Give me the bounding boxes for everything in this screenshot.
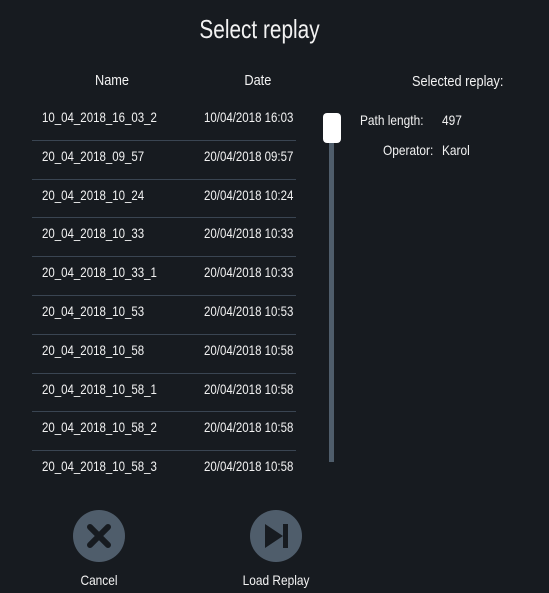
replay-row[interactable]: 20_04_2018_10_24 20/04/2018 10:24 — [32, 180, 296, 219]
replay-name: 20_04_2018_10_58_2 — [42, 419, 157, 436]
skip-forward-icon — [265, 524, 288, 548]
path-length-label: Path length: — [360, 112, 424, 128]
selected-replay-heading: Selected replay: — [412, 73, 504, 90]
replay-row[interactable]: 10_04_2018_16_03_2 10/04/2018 16:03 — [32, 102, 296, 141]
replay-row[interactable]: 20_04_2018_10_33 20/04/2018 10:33 — [32, 218, 296, 258]
operator-label: Operator: — [383, 142, 434, 158]
replay-name: 20_04_2018_10_58_3 — [42, 458, 157, 475]
replay-date: 10/04/2018 16:03 — [204, 109, 294, 125]
cancel-button[interactable] — [73, 510, 125, 562]
replay-row[interactable]: 20_04_2018_10_53 20/04/2018 10:53 — [32, 296, 296, 335]
replay-name: 20_04_2018_10_33_1 — [42, 264, 157, 281]
replay-row[interactable]: 20_04_2018_09_57 20/04/2018 09:57 — [32, 141, 296, 180]
replay-date: 20/04/2018 10:58 — [204, 341, 294, 358]
replay-name: 10_04_2018_16_03_2 — [42, 109, 157, 125]
column-header-date: Date — [244, 72, 272, 89]
replay-date: 20/04/2018 10:24 — [204, 186, 294, 203]
replay-name: 20_04_2018_09_57 — [42, 147, 145, 164]
replay-name: 20_04_2018_10_58_1 — [42, 380, 157, 397]
operator-value: Karol — [442, 142, 470, 158]
replay-name: 20_04_2018_10_53 — [42, 303, 145, 319]
replay-row[interactable]: 20_04_2018_10_58_2 20/04/2018 10:58 — [32, 412, 296, 452]
replay-date: 20/04/2018 10:58 — [204, 380, 294, 397]
scrollbar-thumb[interactable] — [323, 113, 341, 143]
replay-date: 20/04/2018 10:33 — [204, 264, 294, 281]
replay-name: 20_04_2018_10_58 — [42, 341, 145, 358]
load-replay-button[interactable] — [250, 510, 302, 562]
replay-date: 20/04/2018 10:33 — [204, 225, 294, 242]
replay-date: 20/04/2018 09:57 — [204, 147, 294, 164]
dialog-title: Select replay — [199, 14, 320, 44]
path-length-value: 497 — [442, 112, 462, 128]
cancel-label: Cancel — [80, 572, 118, 588]
replay-date: 20/04/2018 10:58 — [204, 458, 294, 475]
replay-date: 20/04/2018 10:58 — [204, 419, 294, 436]
replay-row[interactable]: 20_04_2018_10_58 20/04/2018 10:58 — [32, 335, 296, 374]
load-replay-label: Load Replay — [242, 572, 310, 588]
replay-row[interactable]: 20_04_2018_10_33_1 20/04/2018 10:33 — [32, 257, 296, 296]
replay-name: 20_04_2018_10_24 — [42, 186, 145, 203]
column-header-name: Name — [95, 72, 130, 89]
replay-name: 20_04_2018_10_33 — [42, 225, 145, 242]
replay-row[interactable]: 20_04_2018_10_58_1 20/04/2018 10:58 — [32, 374, 296, 413]
replay-row[interactable]: 20_04_2018_10_58_3 20/04/2018 10:58 — [32, 451, 296, 490]
close-icon — [87, 524, 111, 548]
scrollbar-track[interactable] — [329, 128, 334, 462]
replay-date: 20/04/2018 10:53 — [204, 303, 294, 319]
